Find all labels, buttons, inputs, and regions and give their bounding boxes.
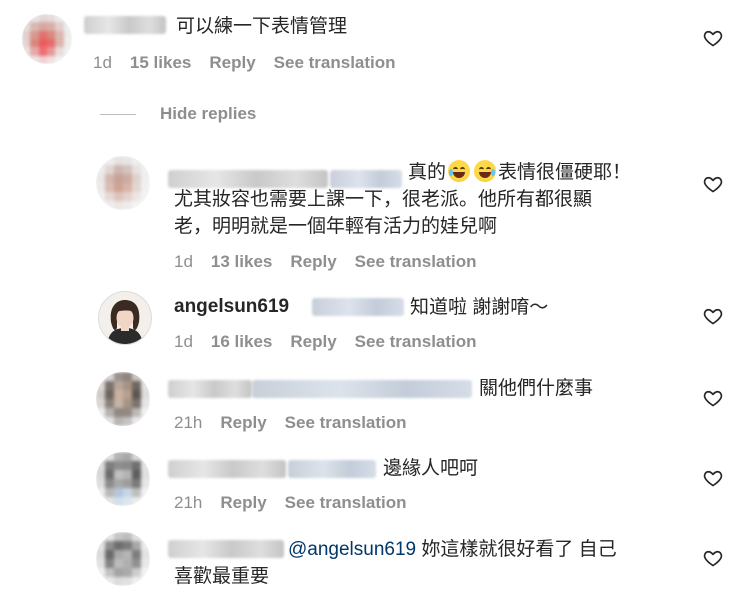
heart-icon[interactable] xyxy=(703,388,723,408)
comment-text: 可以練一下表情管理 xyxy=(176,16,348,37)
comment-meta: 1d 15 likes Reply See translation xyxy=(93,53,396,73)
username-extra-blurred xyxy=(252,380,472,398)
username-blurred[interactable] xyxy=(168,540,284,558)
see-translation-button[interactable]: See translation xyxy=(285,413,407,433)
avatar[interactable] xyxy=(96,372,150,426)
comment-meta: 21h Reply See translation xyxy=(174,493,407,513)
comment-text: 真的 表情很僵硬耶！ xyxy=(408,159,631,186)
comment-text: 邊緣人吧呵 xyxy=(383,458,479,479)
see-translation-button[interactable]: See translation xyxy=(355,332,477,352)
reply-button[interactable]: Reply xyxy=(209,53,255,73)
comment-text: 知道啦 謝謝唷～ xyxy=(410,297,549,318)
comment-time: 1d xyxy=(93,53,112,72)
comment-meta: 1d 16 likes Reply See translation xyxy=(174,332,477,352)
comment-text: 關他們什麼事 xyxy=(479,378,594,399)
comment-text-part: 妳這樣就很好看了 自己 xyxy=(421,539,617,560)
comment-meta: 1d 13 likes Reply See translation xyxy=(174,252,477,272)
heart-icon[interactable] xyxy=(703,548,723,568)
comment-meta: 21h Reply See translation xyxy=(174,413,407,433)
likes-count[interactable]: 15 likes xyxy=(130,53,191,73)
see-translation-button[interactable]: See translation xyxy=(355,252,477,272)
comment-text-line: 老，明明就是一個年輕有活力的娃兒啊 xyxy=(174,216,498,237)
reply-button[interactable]: Reply xyxy=(220,413,266,433)
comment-time: 1d xyxy=(174,332,193,351)
comment-time: 1d xyxy=(174,252,193,271)
heart-icon[interactable] xyxy=(703,468,723,488)
username[interactable]: angelsun619 xyxy=(174,296,289,318)
face-with-tears-of-joy-icon xyxy=(448,160,471,182)
reply-button[interactable]: Reply xyxy=(290,332,336,352)
avatar[interactable] xyxy=(98,291,152,345)
see-translation-button[interactable]: See translation xyxy=(274,53,396,73)
heart-icon[interactable] xyxy=(703,306,723,326)
avatar[interactable] xyxy=(96,532,150,586)
username-extra-blurred xyxy=(312,298,404,316)
reply-button[interactable]: Reply xyxy=(290,252,336,272)
comment-text-part: 表情很僵硬耶！ xyxy=(498,162,632,183)
username-extra-blurred xyxy=(288,460,376,478)
reply-button[interactable]: Reply xyxy=(220,493,266,513)
profile-photo xyxy=(99,292,151,344)
hide-replies-button[interactable]: Hide replies xyxy=(160,104,256,124)
likes-count[interactable]: 16 likes xyxy=(211,332,272,352)
username-blurred[interactable] xyxy=(84,16,166,34)
hide-replies-line xyxy=(100,114,136,115)
comment-time: 21h xyxy=(174,413,203,432)
heart-icon[interactable] xyxy=(703,174,723,194)
face-with-tears-of-joy-icon xyxy=(474,160,497,182)
comment-text-part: 真的 xyxy=(408,162,447,183)
comment-text: @angelsun619 妳這樣就很好看了 自己 xyxy=(288,536,617,563)
comment-time: 21h xyxy=(174,493,203,512)
username-blurred[interactable] xyxy=(168,380,252,398)
comment-text-line: 尤其妝容也需要上課一下，很老派。他所有都很顯 xyxy=(174,189,593,210)
username-blurred[interactable] xyxy=(168,460,286,478)
comment-text-line: 喜歡最重要 xyxy=(174,566,270,587)
avatar[interactable] xyxy=(22,14,72,64)
mention-link[interactable]: @angelsun619 xyxy=(288,539,416,560)
likes-count[interactable]: 13 likes xyxy=(211,252,272,272)
avatar[interactable] xyxy=(96,156,150,210)
see-translation-button[interactable]: See translation xyxy=(285,493,407,513)
heart-icon[interactable] xyxy=(703,28,723,48)
avatar[interactable] xyxy=(96,452,150,506)
